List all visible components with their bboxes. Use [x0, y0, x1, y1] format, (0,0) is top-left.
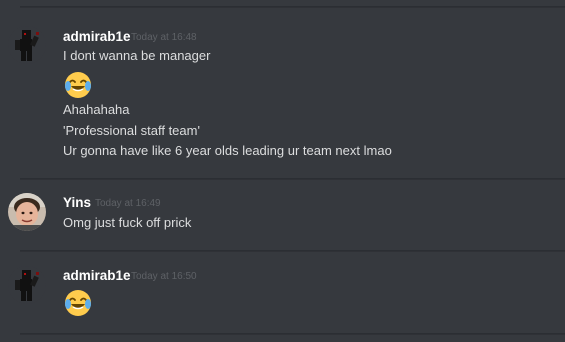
message-text: I dont wanna be manager [63, 48, 211, 63]
roblox-figure-icon [8, 266, 46, 304]
message-text: Ahahahaha [63, 102, 130, 117]
timestamp: Today at 16:49 [95, 198, 161, 209]
avatar[interactable] [8, 266, 46, 304]
avatar[interactable] [8, 193, 46, 231]
message-divider [20, 333, 565, 335]
message-group: Yins Today at 16:49 Omg just fuck off pr… [0, 178, 565, 250]
joy-emoji-icon [63, 288, 93, 318]
roblox-figure-icon [8, 26, 46, 64]
message-text: Ur gonna have like 6 year olds leading u… [63, 143, 392, 158]
username[interactable]: Yins [63, 195, 91, 210]
timestamp: Today at 16:48 [131, 32, 197, 43]
joy-emoji-icon [63, 70, 93, 100]
chat-messages: admirab1e Today at 16:48 I dont wanna be… [0, 0, 565, 342]
timestamp: Today at 16:50 [131, 271, 197, 282]
username[interactable]: admirab1e [63, 268, 131, 283]
user-photo-icon [8, 193, 46, 231]
username[interactable]: admirab1e [63, 29, 131, 44]
message-text: 'Professional staff team' [63, 123, 200, 138]
avatar[interactable] [8, 26, 46, 64]
message-text: Omg just fuck off prick [63, 215, 192, 230]
message-group: admirab1e Today at 16:50 [0, 250, 565, 342]
message-group: admirab1e Today at 16:48 I dont wanna be… [0, 0, 565, 178]
